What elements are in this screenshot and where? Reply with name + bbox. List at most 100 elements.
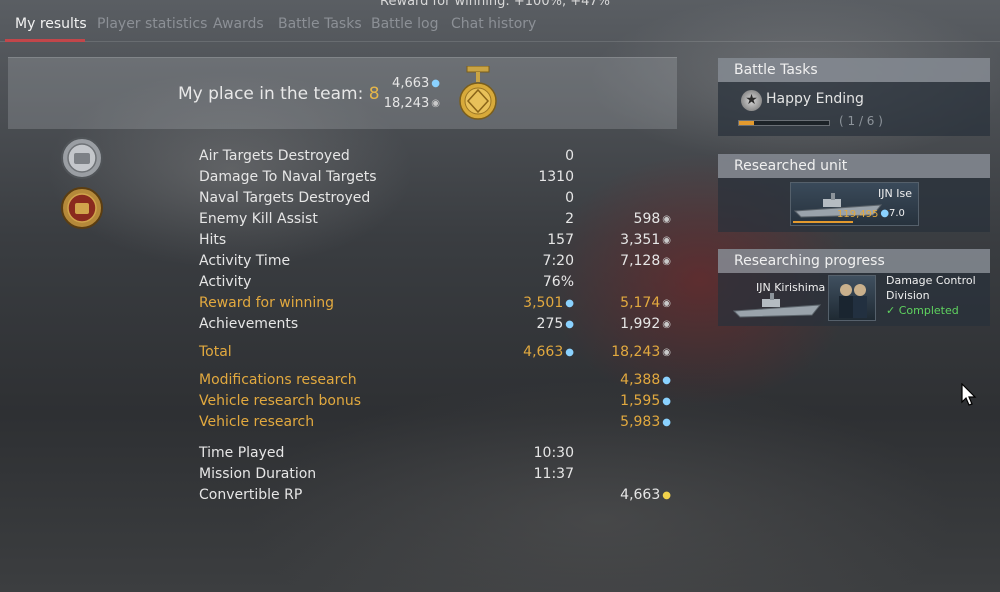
research-rp-value: 4,388 bbox=[620, 372, 661, 388]
research-points-icon: ● bbox=[880, 208, 890, 219]
researched-unit-progress-bar bbox=[793, 221, 853, 223]
stat-value: 7:20 bbox=[542, 253, 574, 269]
tab-awards[interactable]: Awards bbox=[213, 16, 264, 32]
researched-unit-rp-value: 119,495 bbox=[837, 209, 879, 220]
researched-unit-rp: 119,495 ● bbox=[837, 208, 889, 220]
stat-label: Enemy Kill Assist bbox=[199, 211, 318, 227]
researched-unit-panel: Researched unit IJN Ise 119,495 ● 7.0 bbox=[718, 154, 990, 232]
total-sl: 18,243 ◉ bbox=[611, 342, 671, 363]
stat-sl-value: 7,128 bbox=[620, 253, 661, 269]
stat-label: Achievements bbox=[199, 316, 299, 332]
stat-rp-value: 3,501 bbox=[523, 295, 564, 311]
team-place-banner: My place in the team: 8 4,663 ● 18,243 ◉ bbox=[8, 57, 677, 129]
stat-label: Hits bbox=[199, 232, 227, 248]
battle-task-progress-text: ( 1 / 6 ) bbox=[839, 114, 883, 128]
time-label: Mission Duration bbox=[199, 466, 317, 482]
silver-award-icon[interactable] bbox=[60, 136, 104, 180]
researched-unit-body: IJN Ise 119,495 ● 7.0 bbox=[718, 178, 990, 232]
stat-sl-reward: 598 ◉ bbox=[634, 209, 671, 230]
total-label: Total bbox=[199, 344, 232, 360]
silver-lions-icon: ◉ bbox=[662, 235, 671, 246]
banner-rp-value: 4,663 bbox=[392, 76, 430, 91]
time-row-convertible-rp: Convertible RP 4,663 ● bbox=[199, 485, 679, 506]
banner-sl-value: 18,243 bbox=[383, 96, 430, 111]
time-value: 11:37 bbox=[533, 466, 574, 482]
research-row-vehicle-bonus: Vehicle research bonus 1,595 ● bbox=[199, 391, 679, 412]
team-place-value: 8 bbox=[368, 84, 380, 104]
stat-sl-value: 3,351 bbox=[620, 232, 661, 248]
researching-progress-title: Researching progress bbox=[718, 249, 990, 273]
researching-progress-panel: Researching progress IJN Kirishima Damag… bbox=[718, 249, 990, 326]
research-rp: 4,388 ● bbox=[620, 370, 671, 391]
stat-label: Damage To Naval Targets bbox=[199, 169, 377, 185]
time-label: Time Played bbox=[199, 445, 285, 461]
research-label: Vehicle research bonus bbox=[199, 393, 362, 409]
team-place-text: My place in the team: bbox=[178, 84, 369, 104]
stat-sl-value: 1,992 bbox=[620, 316, 661, 332]
bronze-award-icon[interactable] bbox=[60, 186, 104, 230]
stat-row-reward-for-winning: Reward for winning 3,501 ● 5,174 ◉ bbox=[199, 293, 679, 314]
researching-ship-name: IJN Kirishima bbox=[756, 281, 826, 294]
stat-sl-reward: 5,174 ◉ bbox=[620, 293, 671, 314]
research-points-icon: ● bbox=[565, 298, 574, 309]
checkmark-icon: ✓ bbox=[886, 304, 899, 317]
stat-value: 1310 bbox=[538, 169, 574, 185]
research-points-icon: ● bbox=[662, 417, 671, 428]
tab-battle-tasks[interactable]: Battle Tasks bbox=[278, 16, 362, 32]
silver-lions-icon: ◉ bbox=[662, 347, 671, 358]
total-rp-value: 4,663 bbox=[523, 344, 564, 360]
battle-tasks-panel: Battle Tasks ★ Happy Ending ( 1 / 6 ) bbox=[718, 58, 990, 136]
total-rp: 4,663 ● bbox=[523, 342, 574, 363]
research-points-icon: ● bbox=[431, 78, 440, 89]
researched-unit-br: 7.0 bbox=[889, 208, 905, 219]
tab-my-results[interactable]: My results bbox=[15, 16, 87, 32]
crew-modification-icon[interactable] bbox=[828, 275, 876, 321]
tab-player-statistics[interactable]: Player statistics bbox=[97, 16, 207, 32]
stat-row-naval-damage: Damage To Naval Targets 1310 bbox=[199, 167, 679, 188]
time-value: 10:30 bbox=[533, 445, 574, 461]
stat-value: 0 bbox=[565, 190, 574, 206]
research-rp-value: 5,983 bbox=[620, 414, 661, 430]
researching-progress-body: IJN Kirishima Damage Control Division ✓ … bbox=[718, 273, 990, 329]
battle-task-progress-bar bbox=[738, 120, 830, 126]
battle-tasks-title: Battle Tasks bbox=[718, 58, 990, 82]
research-rp-value: 1,595 bbox=[620, 393, 661, 409]
stat-value: 0 bbox=[565, 148, 574, 164]
silver-lions-icon: ◉ bbox=[431, 98, 440, 109]
research-row-modifications: Modifications research 4,388 ● bbox=[199, 370, 679, 391]
tab-chat-history[interactable]: Chat history bbox=[451, 16, 536, 32]
researched-unit-card[interactable]: IJN Ise 119,495 ● 7.0 bbox=[790, 182, 919, 226]
battle-task-progress-fill bbox=[739, 121, 755, 125]
silver-lions-icon: ◉ bbox=[662, 298, 671, 309]
research-points-icon: ● bbox=[565, 319, 574, 330]
tab-battle-log[interactable]: Battle log bbox=[371, 16, 438, 32]
stat-value: 76% bbox=[542, 274, 574, 290]
stat-row-kill-assist: Enemy Kill Assist 2 598 ◉ bbox=[199, 209, 679, 230]
stat-value: 2 bbox=[565, 211, 574, 227]
stat-rp-reward: 275 ● bbox=[537, 314, 574, 335]
stat-rp-value: 275 bbox=[536, 316, 564, 332]
stat-row-activity-time: Activity Time 7:20 7,128 ◉ bbox=[199, 251, 679, 272]
researched-unit-title: Researched unit bbox=[718, 154, 990, 178]
stat-label: Naval Targets Destroyed bbox=[199, 190, 371, 206]
research-row-vehicle: Vehicle research 5,983 ● bbox=[199, 412, 679, 433]
time-label: Convertible RP bbox=[199, 487, 303, 503]
research-rp: 1,595 ● bbox=[620, 391, 671, 412]
stat-row-achievements: Achievements 275 ● 1,992 ◉ bbox=[199, 314, 679, 335]
silver-lions-icon: ◉ bbox=[662, 256, 671, 267]
research-points-icon: ● bbox=[662, 375, 671, 386]
active-tab-indicator bbox=[5, 39, 85, 42]
time-row-mission: Mission Duration 11:37 bbox=[199, 464, 679, 485]
modification-name: Damage Control Division bbox=[886, 274, 976, 302]
banner-sl: 18,243 ◉ bbox=[384, 96, 440, 111]
research-points-icon: ● bbox=[565, 347, 574, 358]
stat-sl-reward: 3,351 ◉ bbox=[620, 230, 671, 251]
stat-row-air-targets: Air Targets Destroyed 0 bbox=[199, 146, 679, 167]
battle-task-item[interactable]: ★ Happy Ending ( 1 / 6 ) bbox=[718, 82, 990, 136]
silver-lions-icon: ◉ bbox=[662, 214, 671, 225]
convertible-rp-value: 4,663 bbox=[620, 487, 661, 503]
stat-label: Air Targets Destroyed bbox=[199, 148, 350, 164]
